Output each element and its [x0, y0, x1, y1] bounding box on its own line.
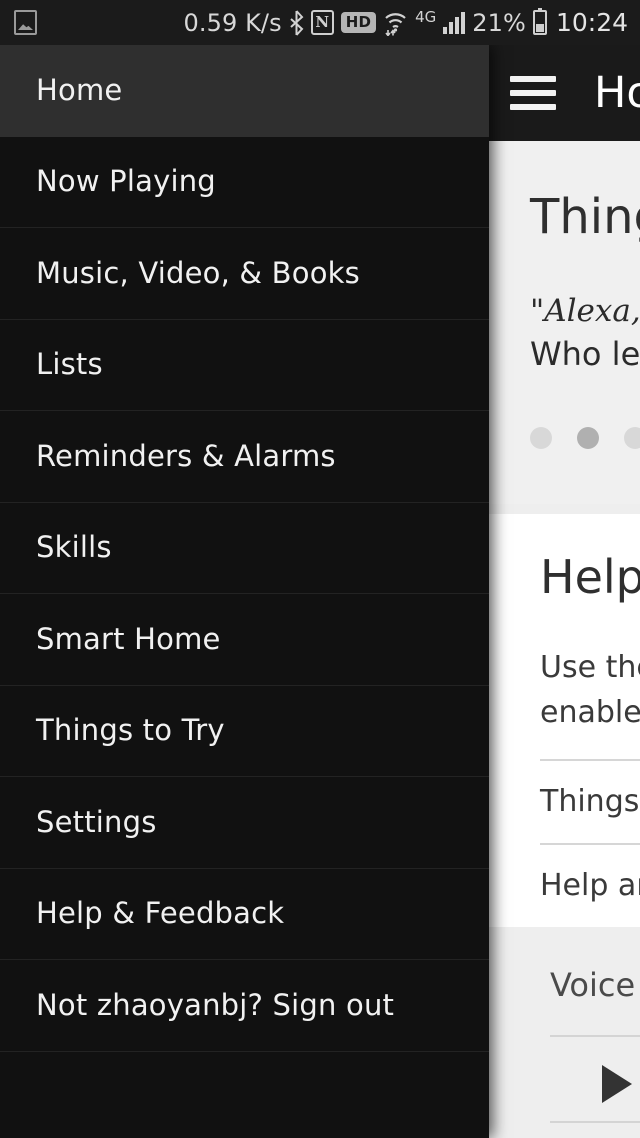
- app-bar-title: Home: [594, 67, 640, 118]
- drawer-item-things-to-try[interactable]: Things to Try: [0, 685, 489, 777]
- drawer-item-music-video-books[interactable]: Music, Video, & Books: [0, 228, 489, 320]
- drawer-item-label: Smart Home: [36, 621, 221, 656]
- drawer-item-reminders-alarms[interactable]: Reminders & Alarms: [0, 411, 489, 503]
- drawer-item-label: Settings: [36, 804, 157, 839]
- drawer-item-home[interactable]: Home: [0, 45, 489, 137]
- navigation-drawer[interactable]: Home Now Playing Music, Video, & Books L…: [0, 45, 489, 1138]
- carousel-dot[interactable]: [530, 427, 552, 449]
- bluetooth-icon: [290, 9, 304, 36]
- drawer-item-lists[interactable]: Lists: [0, 319, 489, 411]
- network-type-label: 4G: [415, 8, 437, 26]
- drawer-item-settings[interactable]: Settings: [0, 777, 489, 869]
- drawer-item-help-feedback[interactable]: Help & Feedback: [0, 868, 489, 960]
- drawer-item-label: Reminders & Alarms: [36, 438, 336, 473]
- drawer-item-now-playing[interactable]: Now Playing: [0, 136, 489, 228]
- drawer-item-label: Music, Video, & Books: [36, 255, 360, 290]
- drawer-item-label: Now Playing: [36, 164, 216, 199]
- drawer-item-smart-home[interactable]: Smart Home: [0, 594, 489, 686]
- network-speed-text: 0.59 K/s: [183, 8, 282, 37]
- phone-screen: Home Things to Try "Alexa, beatbox." Who…: [0, 0, 640, 1138]
- signal-bars-icon: [443, 11, 466, 34]
- voice-feedback-play-row[interactable]: [550, 1035, 640, 1121]
- battery-percent-text: 21%: [472, 8, 526, 37]
- image-icon: [14, 10, 37, 35]
- feedback-divider: [550, 1121, 640, 1123]
- drawer-item-label: Help & Feedback: [36, 896, 285, 931]
- nfc-icon: N: [310, 10, 334, 35]
- clock-text: 10:24: [555, 8, 628, 37]
- nfc-label: N: [315, 13, 330, 31]
- wifi-icon: [385, 12, 406, 36]
- drawer-item-skills[interactable]: Skills: [0, 502, 489, 594]
- drawer-empty-area: [0, 1051, 489, 1138]
- battery-icon: [532, 8, 547, 35]
- drawer-item-label: Skills: [36, 530, 112, 565]
- carousel-dots[interactable]: [530, 427, 640, 449]
- drawer-item-sign-out[interactable]: Not zhaoyanbj? Sign out: [0, 960, 489, 1052]
- drawer-item-label: Lists: [36, 347, 103, 382]
- drawer-item-label: Things to Try: [36, 713, 225, 748]
- carousel-dot[interactable]: [624, 427, 640, 449]
- play-triangle-icon[interactable]: [602, 1065, 632, 1103]
- hamburger-menu-icon[interactable]: [510, 76, 556, 110]
- status-bar: 0.59 K/s N HD 4G 21% 10:24: [0, 0, 640, 45]
- drawer-item-label: Home: [36, 72, 123, 107]
- hd-badge: HD: [340, 12, 377, 33]
- drawer-item-label: Not zhaoyanbj? Sign out: [36, 987, 395, 1022]
- carousel-dot-active[interactable]: [577, 427, 599, 449]
